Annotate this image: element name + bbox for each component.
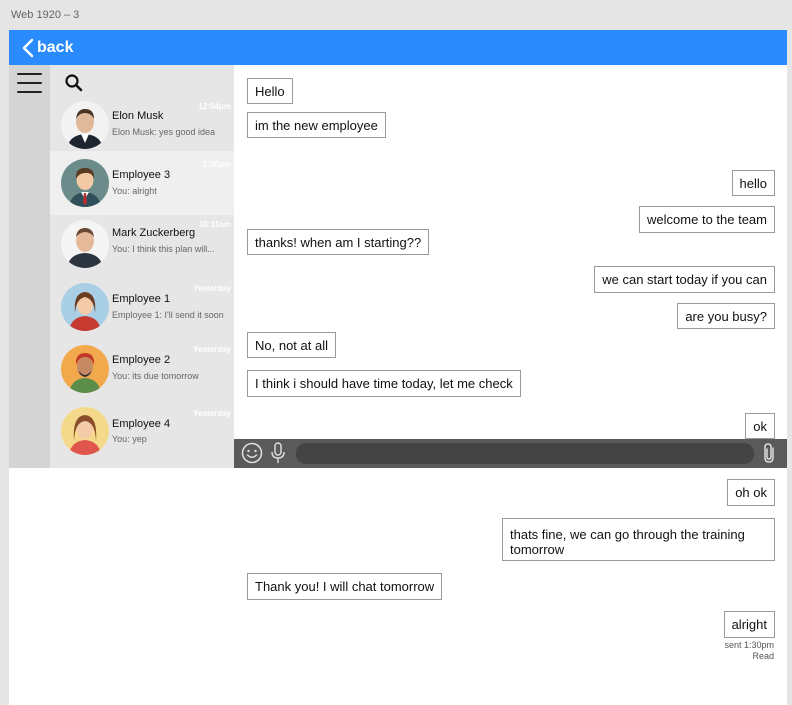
contact-name: Mark Zuckerberg bbox=[112, 227, 196, 239]
employee-1-avatar bbox=[61, 283, 109, 331]
message-bubble: Thank you! I will chat tomorrow bbox=[247, 573, 443, 600]
contact-list: Elon Musk Elon Musk: yes good idea 12:04… bbox=[50, 65, 234, 468]
message-bubble: are you busy? bbox=[677, 303, 775, 329]
emoji-icon[interactable] bbox=[241, 442, 263, 464]
message-bubble: Hello bbox=[247, 78, 293, 104]
contact-item-mark-zuckerberg[interactable]: Mark Zuckerberg You: I think this plan w… bbox=[50, 215, 234, 279]
elon-musk-avatar bbox=[61, 101, 109, 149]
contact-preview: Employee 1: I'll send it soon bbox=[112, 310, 224, 320]
contact-item-employee-1[interactable]: Employee 1 Employee 1: I'll send it soon… bbox=[50, 279, 234, 341]
back-label: back bbox=[37, 39, 74, 56]
microphone-icon[interactable] bbox=[270, 442, 286, 464]
contact-name: Employee 1 bbox=[112, 293, 171, 305]
contact-time: Yesterday bbox=[193, 409, 231, 418]
search-icon[interactable] bbox=[64, 73, 84, 93]
chat-app: back Elon Musk Elon Musk: yes good idea … bbox=[9, 30, 787, 705]
message-thread: Hello im the new employee hello welcome … bbox=[234, 65, 787, 705]
contact-preview: Elon Musk: yes good idea bbox=[112, 127, 216, 137]
contact-item-employee-2[interactable]: Employee 2 You: its due tomorrow Yesterd… bbox=[50, 341, 234, 403]
message-bubble: im the new employee bbox=[247, 112, 386, 138]
message-meta: sent 1:30pm Read bbox=[724, 640, 774, 662]
top-bar: back bbox=[9, 30, 787, 65]
message-bubble: alright bbox=[723, 611, 775, 638]
message-bubble: hello bbox=[731, 170, 775, 196]
message-bubble: I think i should have time today, let me… bbox=[247, 370, 521, 397]
contact-name: Employee 3 bbox=[112, 169, 171, 181]
chevron-left-icon bbox=[22, 38, 34, 58]
employee-4-avatar bbox=[61, 407, 109, 455]
message-bubble: we can start today if you can bbox=[594, 266, 775, 293]
contact-time: 10:31am bbox=[198, 220, 231, 229]
contact-name: Employee 2 bbox=[112, 354, 171, 366]
contact-preview: You: its due tomorrow bbox=[112, 371, 199, 381]
contact-preview: You: alright bbox=[112, 186, 157, 196]
message-bubble: thanks! when am I starting?? bbox=[247, 229, 430, 255]
contact-preview: You: I think this plan will... bbox=[112, 244, 215, 254]
hamburger-menu-icon[interactable] bbox=[17, 73, 42, 93]
contact-time: 1:30pm bbox=[202, 160, 231, 169]
contact-time: 12:04pm bbox=[198, 102, 231, 111]
message-bubble: ok bbox=[745, 413, 775, 439]
sent-time: sent 1:30pm bbox=[724, 640, 774, 650]
frame-label: Web 1920 – 3 bbox=[11, 9, 80, 21]
contact-time: Yesterday bbox=[193, 345, 231, 354]
employee-2-avatar bbox=[61, 345, 109, 393]
contact-time: Yesterday bbox=[193, 284, 231, 293]
contact-name: Elon Musk bbox=[112, 110, 164, 122]
contact-item-employee-3[interactable]: Employee 3 You: alright 1:30pm bbox=[50, 151, 234, 215]
side-rail bbox=[9, 65, 50, 468]
contact-item-employee-4[interactable]: Employee 4 You: yep Yesterday bbox=[50, 403, 234, 468]
contact-preview: You: yep bbox=[112, 434, 147, 444]
message-bubble: welcome to the team bbox=[639, 206, 775, 233]
mark-zuckerberg-avatar bbox=[61, 220, 109, 268]
message-bubble: oh ok bbox=[727, 479, 775, 506]
message-composer bbox=[234, 439, 787, 468]
contact-item-elon-musk[interactable]: Elon Musk Elon Musk: yes good idea 12:04… bbox=[50, 95, 234, 151]
paperclip-icon[interactable] bbox=[760, 442, 778, 464]
message-bubble: No, not at all bbox=[247, 332, 336, 358]
message-input[interactable] bbox=[296, 443, 754, 464]
read-status: Read bbox=[752, 651, 774, 661]
contact-name: Employee 4 bbox=[112, 418, 171, 430]
message-bubble: thats fine, we can go through the traini… bbox=[502, 518, 775, 561]
back-button[interactable]: back bbox=[21, 36, 73, 60]
employee-3-avatar bbox=[61, 159, 109, 207]
